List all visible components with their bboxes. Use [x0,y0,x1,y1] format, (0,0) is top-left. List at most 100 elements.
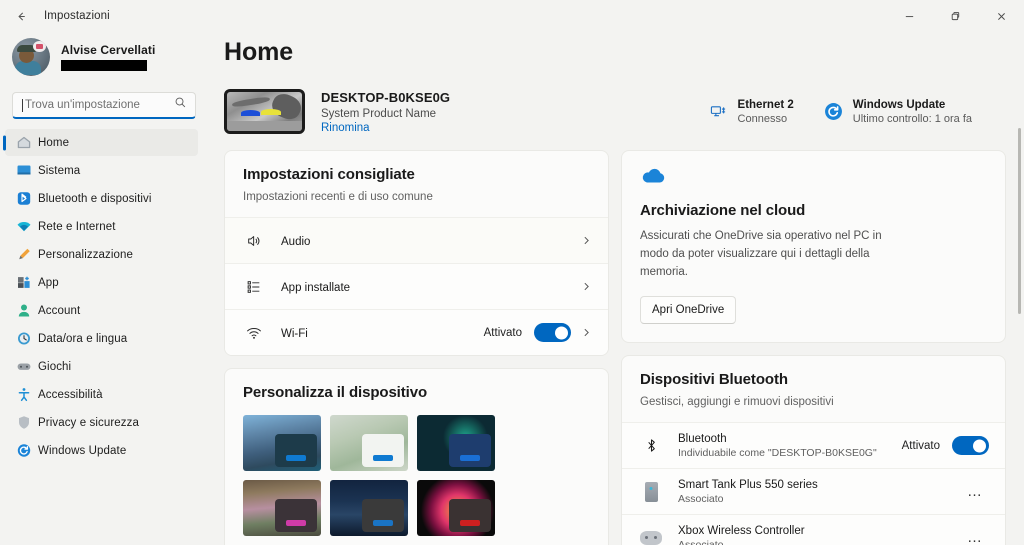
sidebar-item-data-ora-e-lingua[interactable]: Data/ora e lingua [5,325,198,352]
restore-icon [951,11,959,20]
close-button[interactable] [978,0,1024,32]
sidebar-item-rete-e-internet[interactable]: Rete e Internet [5,213,198,240]
device-name: Smart Tank Plus 550 series [678,478,818,491]
theme-option-theme-dark-flower[interactable] [417,480,495,536]
sidebar-item-home[interactable]: Home [5,129,198,156]
wifi-toggle[interactable] [534,323,571,342]
sidebar-item-account[interactable]: Account [5,297,198,324]
sidebar-item-label: App [38,276,59,289]
text-caret [22,98,23,112]
sidebar-item-label: Privacy e sicurezza [38,416,139,429]
avatar [12,38,50,76]
search-input[interactable]: Trova un'impostazione [12,92,196,119]
theme-option-theme-dark-bloom[interactable] [417,415,495,471]
bluetooth-row-device[interactable]: Smart Tank Plus 550 series Associato … [622,468,1005,515]
row-label: App installate [281,281,351,294]
sidebar-item-label: Rete e Internet [38,220,116,233]
shield-icon [15,414,32,431]
status-detail: Ultimo controllo: 1 ora fa [852,112,972,125]
theme-thumbnails [243,415,590,536]
left-column: Impostazioni consigliate Impostazioni re… [224,150,609,545]
sidebar-item-label: Personalizzazione [38,248,134,261]
maximize-button[interactable] [932,0,978,32]
open-onedrive-button[interactable]: Apri OneDrive [640,296,737,325]
bluetooth-icon [15,190,32,207]
more-options-button[interactable]: … [961,483,989,500]
back-button[interactable] [4,1,38,31]
cloud-storage-card: Archiviazione nel cloud Assicurati che O… [621,150,1006,344]
onedrive-cloud-icon [640,167,987,190]
theme-option-theme-green-flow[interactable] [330,415,408,471]
sidebar-item-windows-update[interactable]: Windows Update [5,437,198,464]
status-detail: Connesso [737,112,788,125]
bluetooth-devices-card: Dispositivi Bluetooth Gestisci, aggiungi… [621,355,1006,545]
sidebar-item-label: Sistema [38,164,81,177]
close-icon [997,12,1005,20]
device-model: System Product Name [321,107,437,120]
device-wallpaper-thumbnail [224,89,305,134]
sidebar-item-privacy-e-sicurezza[interactable]: Privacy e sicurezza [5,409,198,436]
bluetooth-toggle[interactable] [952,436,989,456]
chevron-right-icon [581,235,592,246]
device-detail: Associato [678,538,724,545]
status-ethernet[interactable]: Ethernet 2 Connesso [709,99,794,125]
app-list-icon [243,279,265,295]
sidebar-item-accessibilita[interactable]: Accessibilità [5,381,198,408]
bluetooth-row-toggle[interactable]: Bluetooth Individuabile come "DESKTOP-B0… [622,422,1005,469]
more-options-button[interactable]: … [961,529,989,545]
card-subtitle: Gestisci, aggiungi e rimuovi dispositivi [640,396,834,409]
sidebar-item-sistema[interactable]: Sistema [5,157,198,184]
bluetooth-glyph-icon [640,438,662,453]
title-bar: Impostazioni [0,0,1024,32]
window-body: Alvise Cervellati Trova un'impostazione [0,32,1024,545]
scrollbar-thumb[interactable] [1018,128,1021,314]
card-header: Dispositivi Bluetooth Gestisci, aggiungi… [622,356,1005,422]
gamepad-icon [640,530,662,545]
status-title: Ethernet 2 [737,98,794,111]
card-description: Assicurati che OneDrive sia operativo ne… [640,230,882,278]
content-scrollbar[interactable] [1018,68,1021,545]
sidebar-item-personalizzazione[interactable]: Personalizzazione [5,241,198,268]
minimize-icon [905,15,913,17]
update-icon [15,442,32,459]
sidebar-item-giochi[interactable]: Giochi [5,353,198,380]
sidebar-item-app[interactable]: App [5,269,198,296]
recommended-row-app-installate[interactable]: App installate [225,263,608,309]
cards-grid: Impostazioni consigliate Impostazioni re… [224,150,1006,545]
theme-option-theme-mountain-lake[interactable] [243,415,321,471]
account-summary[interactable]: Alvise Cervellati [0,32,204,86]
sidebar-item-label: Bluetooth e dispositivi [38,192,152,205]
device-detail: Individuabile come "DESKTOP-B0KSE0G" [678,446,877,459]
sidebar-item-bluetooth-e-dispositivi[interactable]: Bluetooth e dispositivi [5,185,198,212]
back-arrow-icon [17,11,25,21]
status-title: Windows Update [852,98,946,111]
speaker-icon [243,233,265,249]
recommended-row-wifi[interactable]: Wi-Fi Attivato [225,309,608,355]
status-windows-update[interactable]: Windows Update Ultimo controllo: 1 ora f… [824,99,972,125]
device-name: DESKTOP-B0KSE0G [321,89,451,105]
minimize-button[interactable] [886,0,932,32]
theme-option-theme-spring-river[interactable] [243,480,321,536]
sidebar-item-label: Data/ora e lingua [38,332,128,345]
bluetooth-row-device[interactable]: Xbox Wireless Controller Associato … [622,514,1005,545]
apps-icon [15,274,32,291]
gaming-icon [15,358,32,375]
ethernet-icon [709,102,729,122]
card-subtitle: Impostazioni recenti e di uso comune [243,191,433,203]
bluetooth-state-label: Attivato [901,439,940,452]
row-label: Audio [281,235,311,248]
theme-option-theme-night-moon[interactable] [330,480,408,536]
card-title: Archiviazione nel cloud [640,202,806,219]
recommended-settings-card: Impostazioni consigliate Impostazioni re… [224,150,609,356]
brush-icon [15,246,32,263]
main-content: Home DESKTOP-B0KSE0G System Product Name… [212,32,1024,545]
windows-update-icon [824,102,844,122]
account-email-redacted [61,60,147,71]
row-label: Wi-Fi [281,327,308,340]
search-placeholder: Trova un'impostazione [25,99,140,111]
rename-device-link[interactable]: Rinomina [321,122,450,134]
recommended-row-audio[interactable]: Audio [225,217,608,263]
system-icon [15,162,32,179]
device-name: Bluetooth [678,432,727,445]
card-header: Impostazioni consigliate Impostazioni re… [225,151,608,217]
